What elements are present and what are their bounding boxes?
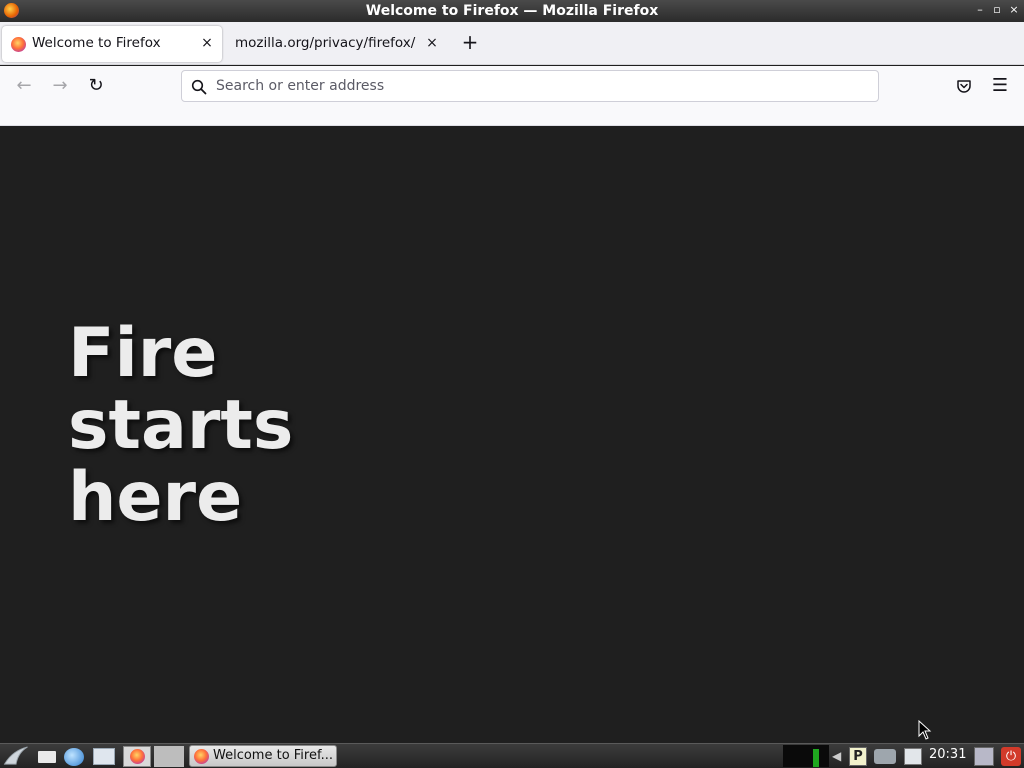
- taskbar-window-label: Welcome to Firef...: [213, 748, 334, 763]
- new-tab-button[interactable]: +: [459, 31, 481, 53]
- close-window-button[interactable]: ×: [1007, 3, 1021, 17]
- display-icon[interactable]: [974, 747, 994, 766]
- save-to-pocket-button[interactable]: [950, 72, 978, 100]
- tray-p-icon[interactable]: P: [849, 747, 867, 766]
- application-menu-button[interactable]: ☰: [986, 72, 1014, 100]
- firefox-icon: [194, 749, 209, 764]
- headline-line-1: Fire: [68, 314, 218, 393]
- tab-close-button[interactable]: ×: [423, 34, 441, 52]
- start-menu-icon[interactable]: [2, 745, 32, 766]
- taskbar: Welcome to Firef... ◀ P 20:31 ⏻: [0, 743, 1024, 768]
- clock[interactable]: 20:31: [929, 747, 966, 762]
- toolbar-spacer: [0, 106, 1024, 126]
- tab-label: mozilla.org/privacy/firefox/: [235, 35, 416, 51]
- tab-welcome[interactable]: Welcome to Firefox ×: [2, 26, 222, 62]
- maximize-button[interactable]: ▫: [990, 3, 1004, 17]
- firefox-favicon-icon: [11, 37, 26, 52]
- search-tray-icon[interactable]: [904, 748, 922, 765]
- tab-close-button[interactable]: ×: [198, 34, 216, 52]
- cpu-usage-bar: [813, 749, 819, 767]
- hero-headline: Fire starts here: [68, 318, 293, 534]
- search-icon: [191, 79, 207, 95]
- network-icon[interactable]: [874, 749, 896, 764]
- firefox-launcher-button[interactable]: [123, 746, 151, 767]
- tab-label: Welcome to Firefox: [32, 35, 161, 51]
- power-icon[interactable]: ⏻: [1001, 747, 1021, 766]
- back-button[interactable]: ←: [10, 72, 38, 100]
- file-manager-icon[interactable]: [93, 748, 115, 765]
- reload-button[interactable]: ↻: [82, 72, 110, 100]
- arrow-left-icon: ◀: [832, 749, 842, 763]
- show-desktop-icon[interactable]: [38, 751, 56, 763]
- address-input[interactable]: [216, 75, 866, 97]
- workspace-switcher[interactable]: [154, 746, 184, 767]
- headline-line-2: starts: [68, 386, 294, 465]
- firefox-icon: [130, 749, 145, 764]
- browser-launcher-icon[interactable]: [64, 748, 84, 766]
- minimize-button[interactable]: –: [973, 3, 987, 17]
- window-title: Welcome to Firefox — Mozilla Firefox: [365, 3, 659, 19]
- navigation-toolbar: ← → ↻ ☰: [0, 66, 1024, 106]
- address-bar[interactable]: [181, 70, 879, 102]
- mouse-cursor-icon: [918, 720, 932, 740]
- tab-strip: Welcome to Firefox × mozilla.org/privacy…: [0, 22, 1024, 65]
- taskbar-window-button[interactable]: Welcome to Firef...: [189, 745, 337, 767]
- window-titlebar: Welcome to Firefox — Mozilla Firefox – ▫…: [0, 0, 1024, 22]
- tab-privacy[interactable]: mozilla.org/privacy/firefox/ ×: [226, 26, 446, 62]
- forward-button[interactable]: →: [46, 72, 74, 100]
- cpu-monitor-graph: [783, 745, 829, 767]
- page-content: Fire starts here: [0, 126, 1024, 744]
- headline-line-3: here: [68, 458, 243, 537]
- pocket-icon: [957, 80, 971, 93]
